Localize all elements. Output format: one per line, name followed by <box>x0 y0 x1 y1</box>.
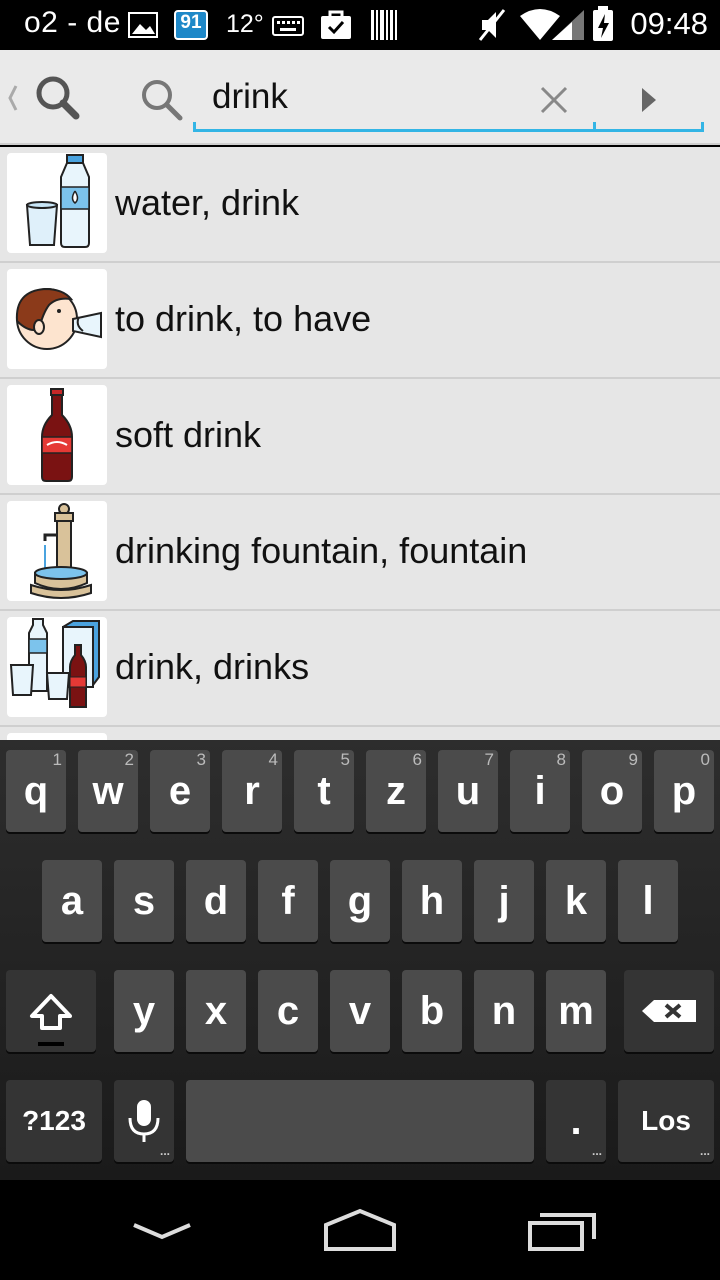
key-p[interactable]: 0p <box>654 750 714 832</box>
status-bar: o2 - de 91 12° 09:48 <box>0 0 720 50</box>
shift-icon <box>6 994 96 1061</box>
person-drinking-icon <box>7 269 107 369</box>
list-item-label: drink, drinks <box>115 646 310 687</box>
list-item-label: water, drink <box>115 182 300 223</box>
results-list: water, drink to drink, to have soft drin <box>0 147 720 740</box>
key-a[interactable]: a <box>42 860 102 942</box>
enter-key[interactable]: Los... <box>618 1080 714 1162</box>
key-k[interactable]: k <box>546 860 606 942</box>
list-item[interactable]: soft drink <box>0 379 720 495</box>
signal-icon <box>550 8 586 47</box>
key-o[interactable]: 9o <box>582 750 642 832</box>
partial-item-icon <box>7 733 107 740</box>
space-key[interactable] <box>186 1080 534 1162</box>
key-x[interactable]: x <box>186 970 246 1052</box>
backspace-key[interactable] <box>624 970 714 1052</box>
shift-key[interactable] <box>6 970 96 1052</box>
temperature-label: 12° <box>226 10 264 38</box>
drinking-fountain-icon <box>7 501 107 601</box>
microphone-key[interactable]: ... <box>114 1080 174 1162</box>
back-search-icon <box>6 76 86 126</box>
key-j[interactable]: j <box>474 860 534 942</box>
key-g[interactable]: g <box>330 860 390 942</box>
key-d[interactable]: d <box>186 860 246 942</box>
key-m[interactable]: m <box>546 970 606 1052</box>
keyboard-icon <box>272 14 304 43</box>
recent-apps-icon[interactable] <box>522 1205 602 1255</box>
image-icon <box>128 12 158 43</box>
key-s[interactable]: s <box>114 860 174 942</box>
water-bottle-glass-icon <box>7 153 107 253</box>
key-e[interactable]: 3e <box>150 750 210 832</box>
key-l[interactable]: l <box>618 860 678 942</box>
key-i[interactable]: 8i <box>510 750 570 832</box>
list-item[interactable]: to drink, to have <box>0 263 720 379</box>
assorted-drinks-icon <box>7 617 107 717</box>
key-b[interactable]: b <box>402 970 462 1052</box>
list-item[interactable]: drinking fountain, fountain <box>0 495 720 611</box>
key-u[interactable]: 7u <box>438 750 498 832</box>
key-f[interactable]: f <box>258 860 318 942</box>
calendar-badge-icon: 91 <box>174 10 208 40</box>
key-q[interactable]: 1q <box>6 750 66 832</box>
key-z[interactable]: 6z <box>366 750 426 832</box>
key-t[interactable]: 5t <box>294 750 354 832</box>
key-n[interactable]: n <box>474 970 534 1052</box>
muted-icon <box>478 8 506 47</box>
hide-keyboard-icon[interactable] <box>122 1205 202 1255</box>
battery-charging-icon <box>592 6 614 47</box>
barcode-icon <box>370 10 398 45</box>
list-item[interactable]: water, drink <box>0 147 720 263</box>
home-icon[interactable] <box>320 1205 400 1255</box>
key-r[interactable]: 4r <box>222 750 282 832</box>
key-c[interactable]: c <box>258 970 318 1052</box>
search-input[interactable] <box>212 72 522 122</box>
navigation-bar <box>0 1180 720 1280</box>
clock: 09:48 <box>630 6 708 41</box>
list-item[interactable]: drink, drinks <box>0 611 720 727</box>
list-item-label: soft drink <box>115 414 262 455</box>
soda-bottle-icon <box>7 385 107 485</box>
list-item-label: drinking fountain, fountain <box>115 530 528 571</box>
key-h[interactable]: h <box>402 860 462 942</box>
search-action-bar <box>0 50 720 145</box>
search-icon <box>140 78 184 122</box>
key-w[interactable]: 2w <box>78 750 138 832</box>
symbols-key[interactable]: ?123 <box>6 1080 102 1162</box>
go-arrow-icon[interactable] <box>630 80 666 120</box>
list-item-partial[interactable] <box>0 727 720 740</box>
list-item-label: to drink, to have <box>115 298 372 339</box>
shopping-bag-icon <box>320 8 352 45</box>
carrier-label: o2 - de <box>24 6 121 39</box>
back-button[interactable] <box>6 74 86 122</box>
period-key[interactable]: .... <box>546 1080 606 1162</box>
backspace-icon <box>624 1000 714 1061</box>
clear-icon[interactable] <box>534 80 574 120</box>
key-v[interactable]: v <box>330 970 390 1052</box>
key-y[interactable]: y <box>114 970 174 1052</box>
calendar-badge-number: 91 <box>180 12 202 33</box>
soft-keyboard: 1q 2w 3e 4r 5t 6z 7u 8i 9o 0p a s d f g … <box>0 740 720 1180</box>
